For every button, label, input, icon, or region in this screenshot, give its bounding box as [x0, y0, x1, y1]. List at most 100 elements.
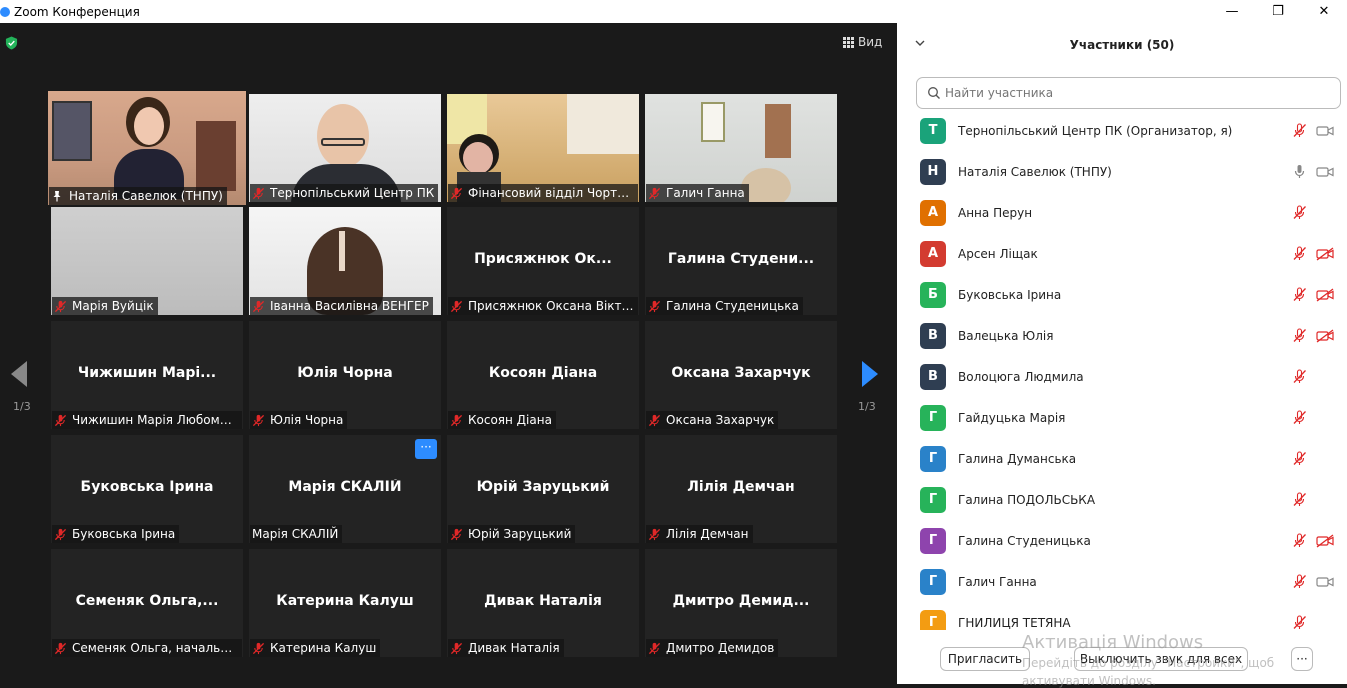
- mic-muted-icon[interactable]: [1292, 246, 1307, 261]
- camera-off-icon[interactable]: [1316, 246, 1334, 261]
- video-tile[interactable]: Лілія Демчан Лілія Демчан: [645, 435, 837, 543]
- tile-name-text: Катерина Калуш: [270, 641, 377, 655]
- maximize-button[interactable]: ❐: [1255, 0, 1301, 23]
- prev-page-arrow-icon[interactable]: [9, 359, 29, 389]
- video-tile[interactable]: Юлія Чорна Юлія Чорна: [249, 321, 441, 429]
- video-tile[interactable]: Іванна Василівна ВЕНГЕР: [249, 207, 441, 315]
- tile-name-label: Семеняк Ольга, начальни...: [52, 639, 242, 657]
- camera-icon[interactable]: [1316, 165, 1334, 179]
- camera-off-icon[interactable]: [1316, 533, 1334, 548]
- mic-muted-icon[interactable]: [1292, 574, 1307, 589]
- mic-muted-icon[interactable]: [1292, 123, 1307, 138]
- video-tile[interactable]: Юрій Заруцький Юрій Заруцький: [447, 435, 639, 543]
- tile-display-name: Присяжнюк Ок...: [474, 251, 612, 267]
- video-tile[interactable]: Наталія Савелюк (ТНПУ): [48, 91, 246, 205]
- mic-muted-icon: [450, 414, 463, 426]
- windows-activation-text: Перейдіть до розділу "Настройки", щоб: [1022, 656, 1275, 670]
- tile-display-name: Дмитро Демид...: [672, 593, 810, 609]
- mic-muted-icon[interactable]: [1292, 615, 1307, 630]
- participant-name: Галич Ганна: [958, 574, 1037, 589]
- invite-button[interactable]: Пригласить: [940, 647, 1030, 671]
- video-tile[interactable]: Галина Студени... Галина Студеницька: [645, 207, 837, 315]
- tile-name-label: Марія Вуйцік: [52, 297, 158, 315]
- avatar: Б: [920, 281, 946, 308]
- mic-muted-icon[interactable]: [1292, 492, 1307, 507]
- video-tile[interactable]: Дмитро Демид... Дмитро Демидов: [645, 549, 837, 657]
- participant-row[interactable]: Г Галич Ганна: [897, 561, 1347, 602]
- close-button[interactable]: ✕: [1301, 0, 1347, 23]
- participant-name: Валецька Юлія: [958, 328, 1054, 343]
- participant-row[interactable]: Г ГНИЛИЦЯ ТЕТЯНА: [897, 602, 1347, 630]
- avatar: Г: [920, 486, 946, 513]
- participant-row[interactable]: Г Гайдуцька Марія: [897, 397, 1347, 438]
- video-tile[interactable]: Чижишин Марі... Чижишин Марія Любоми...: [51, 321, 243, 429]
- window-controls: — ❐ ✕: [1209, 0, 1347, 23]
- participant-row[interactable]: А Арсен Ліщак: [897, 233, 1347, 274]
- participant-row[interactable]: В Валецька Юлія: [897, 315, 1347, 356]
- video-tile[interactable]: Галич Ганна: [645, 94, 837, 202]
- participant-row[interactable]: А Анна Перун: [897, 192, 1347, 233]
- video-tile[interactable]: Оксана Захарчук Оксана Захарчук: [645, 321, 837, 429]
- video-tile[interactable]: Фінансовий відділ Чортків...: [447, 94, 639, 202]
- minimize-button[interactable]: —: [1209, 0, 1255, 23]
- next-page-arrow-icon[interactable]: [860, 359, 880, 389]
- tile-name-label: Косоян Діана: [448, 411, 556, 429]
- mic-muted-icon[interactable]: [1292, 287, 1307, 302]
- participants-panel: Участники (50) Т Тернопільський Центр ПК …: [897, 23, 1347, 684]
- video-tile[interactable]: Катерина Калуш Катерина Калуш: [249, 549, 441, 657]
- mic-muted-icon[interactable]: [1292, 410, 1307, 425]
- camera-icon[interactable]: [1316, 124, 1334, 138]
- avatar: Н: [920, 158, 946, 185]
- participant-row[interactable]: Н Наталія Савелюк (ТНПУ): [897, 151, 1347, 192]
- microphone-icon[interactable]: [1292, 164, 1307, 179]
- participant-name: Буковська Ірина: [958, 287, 1062, 302]
- view-label: Вид: [858, 35, 883, 49]
- participant-row[interactable]: Т Тернопільський Центр ПК (Организатор, я…: [897, 110, 1347, 151]
- mic-muted-icon[interactable]: [1292, 205, 1307, 220]
- more-options-button[interactable]: ···: [1291, 647, 1313, 671]
- video-tile[interactable]: Марія Вуйцік: [51, 207, 243, 315]
- mic-muted-icon[interactable]: [1292, 451, 1307, 466]
- shield-icon[interactable]: [5, 36, 18, 50]
- tile-name-label: Галина Студеницька: [646, 297, 803, 315]
- tile-name-label: Буковська Ірина: [52, 525, 180, 543]
- mic-muted-icon[interactable]: [1292, 533, 1307, 548]
- tile-display-name: Лілія Демчан: [687, 479, 795, 495]
- mic-muted-icon: [450, 300, 463, 312]
- video-tile[interactable]: Косоян Діана Косоян Діана: [447, 321, 639, 429]
- tile-name-label: Дивак Наталія: [448, 639, 564, 657]
- video-tile[interactable]: Семеняк Ольга,... Семеняк Ольга, начальни…: [51, 549, 243, 657]
- tile-name-text: Оксана Захарчук: [666, 413, 775, 427]
- tile-display-name: Дивак Наталія: [484, 593, 602, 609]
- search-input[interactable]: [945, 86, 1325, 100]
- mic-muted-icon[interactable]: [1292, 369, 1307, 384]
- video-tile[interactable]: Марія СКАЛІЙ Марія СКАЛІЙ ···: [249, 435, 441, 543]
- mic-muted-icon: [450, 187, 463, 199]
- participant-row[interactable]: Г Галина Думанська: [897, 438, 1347, 479]
- avatar: А: [920, 240, 946, 267]
- participant-row[interactable]: В Волоцюга Людмила: [897, 356, 1347, 397]
- camera-off-icon[interactable]: [1316, 328, 1334, 343]
- participant-row[interactable]: Б Буковська Ірина: [897, 274, 1347, 315]
- camera-off-icon[interactable]: [1316, 287, 1334, 302]
- video-tile[interactable]: Присяжнюк Ок... Присяжнюк Оксана Віктор..…: [447, 207, 639, 315]
- participant-row[interactable]: Г Галина Студеницька: [897, 520, 1347, 561]
- tile-display-name: Оксана Захарчук: [671, 365, 811, 381]
- tile-name-label: Оксана Захарчук: [646, 411, 779, 429]
- window-titlebar: Zoom Конференция — ❐ ✕: [0, 0, 1347, 23]
- participant-name: Тернопільський Центр ПК (Организатор, я): [958, 123, 1233, 138]
- mic-muted-icon: [252, 187, 265, 199]
- avatar: Г: [920, 568, 946, 595]
- participant-search[interactable]: [916, 77, 1341, 109]
- video-tile[interactable]: Тернопільський Центр ПК: [249, 94, 441, 202]
- participant-row[interactable]: Г Галина ПОДОЛЬСЬКА: [897, 479, 1347, 520]
- tile-more-button[interactable]: ···: [415, 439, 437, 459]
- windows-activation-text-2: активувати Windows.: [1022, 674, 1156, 688]
- mic-muted-icon[interactable]: [1292, 328, 1307, 343]
- video-tile[interactable]: Дивак Наталія Дивак Наталія: [447, 549, 639, 657]
- mic-muted-icon: [54, 414, 67, 426]
- mic-muted-icon: [54, 300, 67, 312]
- video-tile[interactable]: Буковська Ірина Буковська Ірина: [51, 435, 243, 543]
- camera-icon[interactable]: [1316, 575, 1334, 589]
- view-button[interactable]: Вид: [843, 35, 882, 49]
